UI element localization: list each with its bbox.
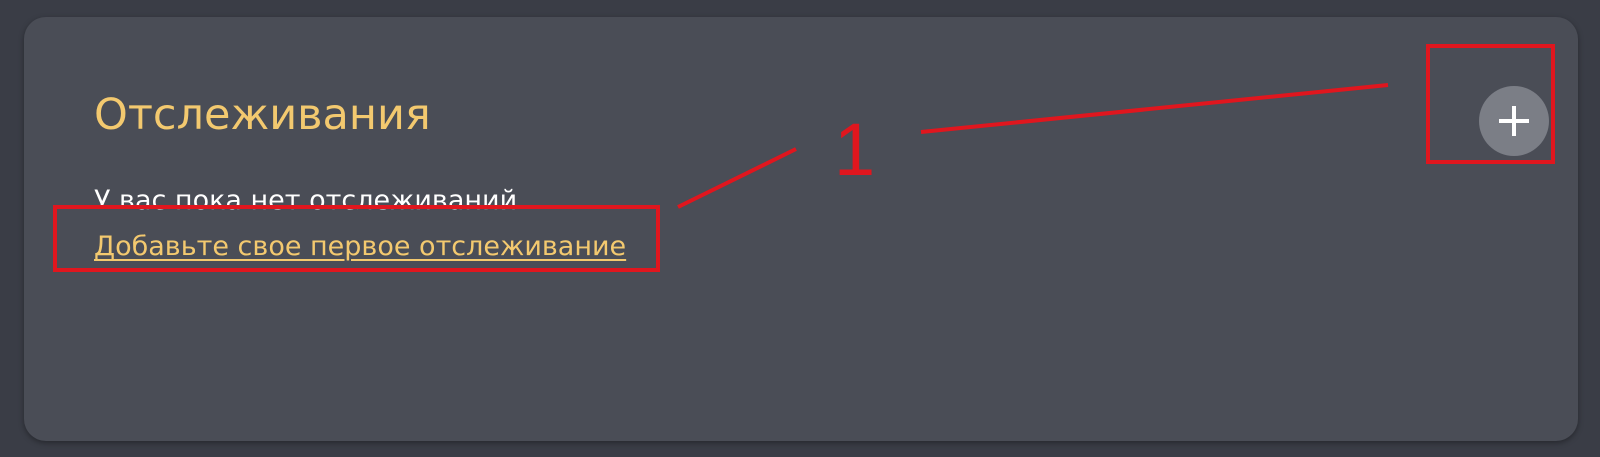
empty-state-message: У вас пока нет отслеживаний. [94, 185, 526, 216]
add-first-tracking-link[interactable]: Добавьте свое первое отслеживание [94, 230, 626, 264]
add-tracking-button[interactable] [1479, 86, 1549, 156]
tracking-panel: Отслеживания У вас пока нет отслеживаний… [24, 17, 1578, 441]
page-title: Отслеживания [94, 90, 431, 140]
screenshot-stage: Отслеживания У вас пока нет отслеживаний… [0, 0, 1600, 457]
annotation-number: 1 [834, 108, 876, 191]
plus-icon [1499, 106, 1529, 136]
